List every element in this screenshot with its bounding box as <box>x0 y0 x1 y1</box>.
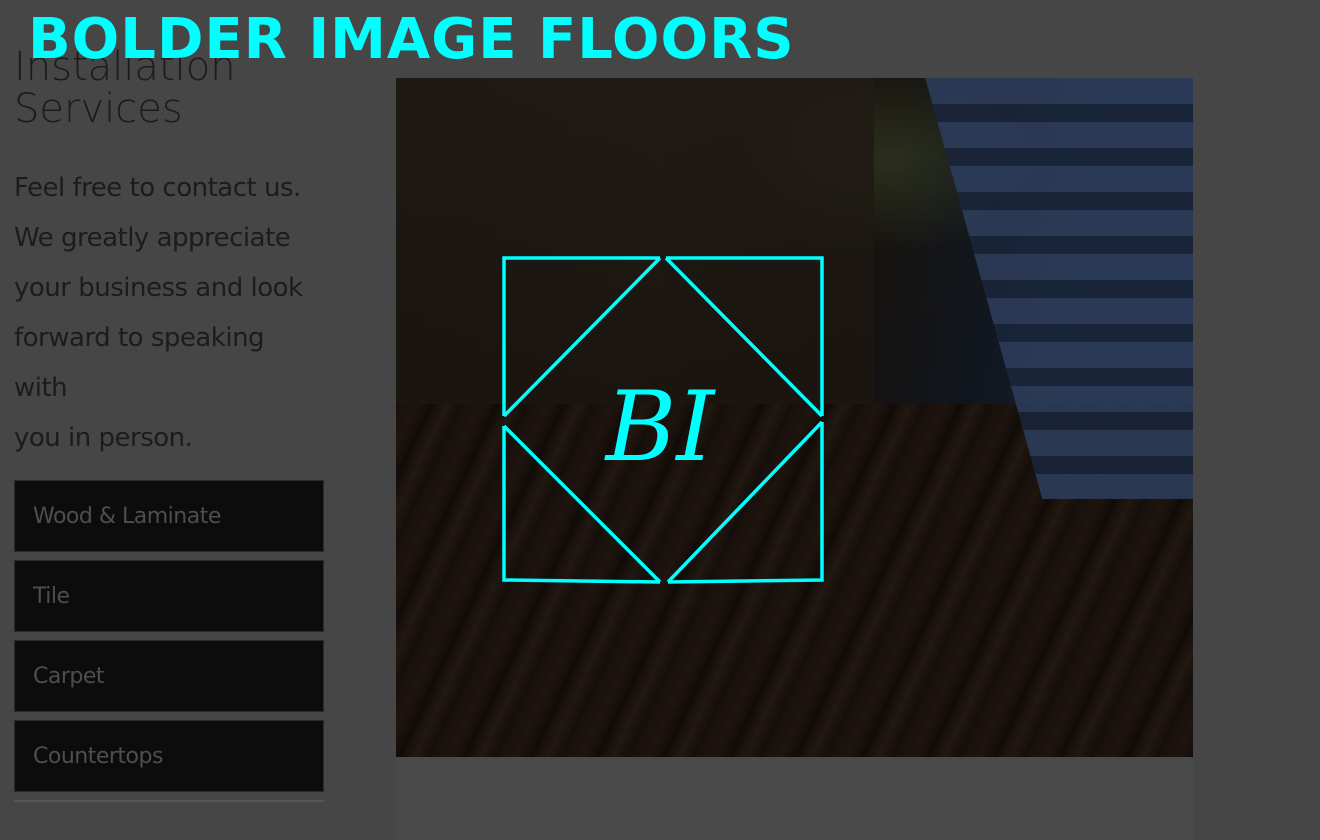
intro-line: your business and look <box>14 273 303 303</box>
intro-text: Feel free to contact us. We greatly appr… <box>14 163 314 463</box>
service-list: Wood & Laminate Tile Carpet Countertops <box>14 480 324 802</box>
service-countertops[interactable]: Countertops <box>14 720 324 792</box>
hero-footer <box>396 757 1193 840</box>
service-wood-laminate[interactable]: Wood & Laminate <box>14 480 324 552</box>
logo-monogram: BI <box>604 371 717 483</box>
bi-logo: BI <box>502 256 824 584</box>
brand-title: BOLDER IMAGE FLOORS <box>28 7 795 72</box>
intro-line: forward to speaking with <box>14 323 265 403</box>
intro-line: We greatly appreciate <box>14 223 291 253</box>
intro-line: Feel free to contact us. <box>14 173 301 203</box>
service-tile[interactable]: Tile <box>14 560 324 632</box>
service-carpet[interactable]: Carpet <box>14 640 324 712</box>
intro-line: you in person. <box>14 423 193 453</box>
heading-line-2: Services <box>14 86 183 132</box>
list-divider <box>14 800 324 802</box>
